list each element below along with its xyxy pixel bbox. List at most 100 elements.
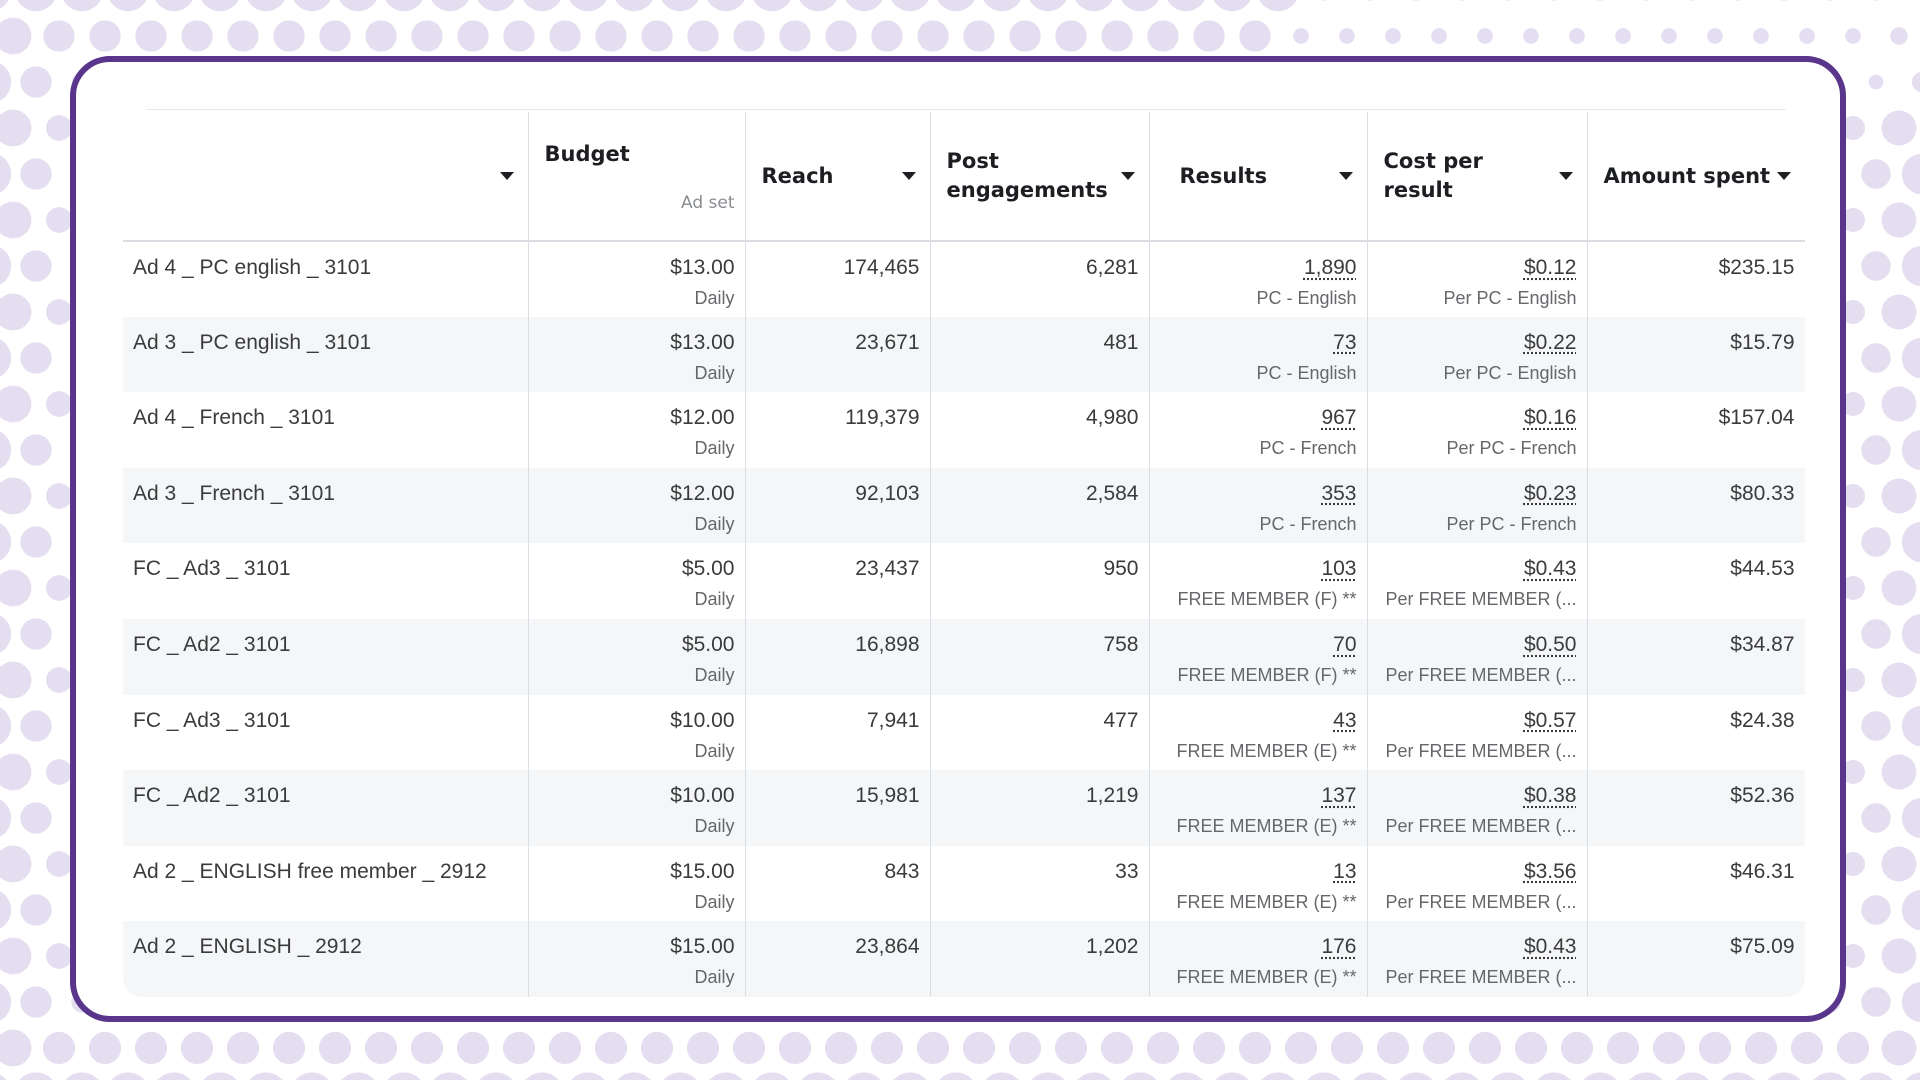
table-row[interactable]: FC _ Ad3 _ 3101 $5.00 Daily 23,437 950 103 FRE… xyxy=(123,543,1805,619)
background-dot xyxy=(1491,1072,1525,1080)
background-dot xyxy=(1123,1072,1157,1080)
cell-ad-name-value[interactable]: Ad 2 _ ENGLISH free member _ 2912 xyxy=(133,860,487,883)
column-header-results[interactable]: Results xyxy=(1149,112,1368,242)
cell-results-value[interactable]: 353 xyxy=(1321,482,1356,505)
caret-down-icon[interactable] xyxy=(1338,172,1353,180)
background-dot xyxy=(1901,337,1920,379)
cell-budget-value: $15.00 xyxy=(670,859,735,883)
cell-ad-name: FC _ Ad3 _ 3101 xyxy=(123,543,529,619)
background-dot xyxy=(1813,1072,1847,1080)
cell-ad-name-value[interactable]: Ad 4 _ French _ 3101 xyxy=(133,406,335,429)
column-header-amount-spent[interactable]: Amount spent xyxy=(1587,112,1805,242)
cell-cost-per-result-value[interactable]: $0.43 xyxy=(1524,557,1577,580)
cell-results-value[interactable]: 103 xyxy=(1321,557,1356,580)
background-dot xyxy=(456,1031,490,1065)
cell-amount-spent: $15.79 xyxy=(1587,316,1805,393)
cell-amount-spent: $46.31 xyxy=(1587,845,1805,922)
background-dot xyxy=(1881,846,1917,882)
cell-reach: 843 xyxy=(745,845,931,922)
cell-results: 73 PC - English xyxy=(1149,316,1368,393)
cell-cost-per-result-value[interactable]: $0.57 xyxy=(1524,709,1577,732)
background-dot xyxy=(0,799,12,837)
cell-results-value[interactable]: 13 xyxy=(1333,860,1356,883)
table-row[interactable]: FC _ Ad2 _ 3101 $5.00 Daily 16,898 758 70 FREE… xyxy=(123,618,1805,695)
table-row[interactable]: Ad 4 _ French _ 3101 $12.00 Daily 119,379 4,… xyxy=(123,392,1805,468)
column-header-name[interactable] xyxy=(123,112,529,242)
caret-down-icon[interactable] xyxy=(1120,172,1135,180)
cell-cost-per-result-value[interactable]: $0.38 xyxy=(1524,784,1577,807)
cell-cost-per-result-value[interactable]: $0.23 xyxy=(1524,482,1577,505)
background-dot xyxy=(1031,1072,1065,1080)
background-dot xyxy=(1458,0,1466,1)
background-dot xyxy=(1468,1031,1502,1065)
background-dot xyxy=(1826,0,1834,1)
background-dot xyxy=(1330,1031,1364,1065)
cell-ad-name-value[interactable]: Ad 3 _ French _ 3101 xyxy=(133,482,335,505)
cell-cost-per-result-value[interactable]: $0.16 xyxy=(1524,406,1577,429)
cell-ad-name-value[interactable]: FC _ Ad2 _ 3101 xyxy=(133,633,291,656)
background-dot xyxy=(43,20,75,52)
cell-budget-value: $10.00 xyxy=(670,784,735,808)
column-header-budget[interactable]: Budget Ad set xyxy=(528,112,746,242)
cell-post-engagements-value: 481 xyxy=(1103,330,1139,354)
cell-cost-per-result-value[interactable]: $0.22 xyxy=(1524,331,1577,354)
cell-cost-per-result-value[interactable]: $0.43 xyxy=(1524,935,1577,958)
cell-ad-name-value[interactable]: FC _ Ad3 _ 3101 xyxy=(133,709,291,732)
background-dot xyxy=(318,1031,352,1065)
table-row[interactable]: Ad 3 _ French _ 3101 $12.00 Daily 92,103 2,5… xyxy=(123,467,1805,544)
background-dot xyxy=(1890,27,1908,45)
column-header-post-engagements[interactable]: Post engagements xyxy=(930,112,1150,242)
background-dot xyxy=(687,20,719,52)
background-dot xyxy=(778,1031,812,1065)
cell-results-value[interactable]: 1,890 xyxy=(1304,256,1357,279)
caret-down-icon[interactable] xyxy=(1776,172,1791,180)
cell-ad-name-value[interactable]: Ad 3 _ PC english _ 3101 xyxy=(133,331,371,354)
cell-budget: $12.00 Daily xyxy=(528,392,746,468)
background-dot xyxy=(824,1031,858,1065)
background-dot xyxy=(1213,0,1251,12)
table-row[interactable]: Ad 2 _ ENGLISH free member _ 2912 $15.00 D… xyxy=(123,845,1805,922)
background-dot xyxy=(0,293,32,331)
column-header-cost-per-result[interactable]: Cost per result xyxy=(1367,112,1588,242)
table-row[interactable]: Ad 4 _ PC english _ 3101 $13.00 Daily 174,4… xyxy=(123,241,1805,317)
caret-down-icon[interactable] xyxy=(901,172,916,180)
cell-amount-spent-value: $235.15 xyxy=(1718,256,1795,279)
cell-results-value[interactable]: 70 xyxy=(1333,633,1356,656)
background-dot xyxy=(431,0,469,12)
caret-down-icon[interactable] xyxy=(1558,172,1573,180)
cell-post-engagements-value: 950 xyxy=(1103,557,1139,581)
table-row[interactable]: Ad 2 _ ENGLISH _ 2912 $15.00 Daily 23,864 1,… xyxy=(123,921,1805,997)
cell-ad-name-value[interactable]: FC _ Ad3 _ 3101 xyxy=(133,557,291,580)
background-dot xyxy=(523,0,561,12)
cell-results-sublabel: PC - French xyxy=(1259,438,1357,459)
cell-ad-name-value[interactable]: FC _ Ad2 _ 3101 xyxy=(133,784,291,807)
cell-ad-name-value[interactable]: Ad 2 _ ENGLISH _ 2912 xyxy=(133,935,362,958)
cell-reach-value: 7,941 xyxy=(866,708,920,732)
cell-ad-name: Ad 2 _ ENGLISH _ 2912 xyxy=(123,921,529,997)
table-row[interactable]: FC _ Ad2 _ 3101 $10.00 Daily 15,981 1,219 137… xyxy=(123,770,1805,846)
column-header-reach[interactable]: Reach xyxy=(745,112,931,242)
cell-results-value[interactable]: 73 xyxy=(1333,331,1356,354)
background-dot xyxy=(42,1031,76,1065)
cell-results-value[interactable]: 967 xyxy=(1321,406,1356,429)
cell-ad-name-value[interactable]: Ad 4 _ PC english _ 3101 xyxy=(133,256,371,279)
cell-results-value[interactable]: 137 xyxy=(1321,784,1356,807)
cell-results-value[interactable]: 176 xyxy=(1321,935,1356,958)
cell-cost-per-result-value[interactable]: $3.56 xyxy=(1524,860,1577,883)
background-dot xyxy=(135,20,167,52)
cell-cost-per-result-value[interactable]: $0.12 xyxy=(1524,256,1577,279)
background-dot xyxy=(477,0,515,12)
cell-ad-name: FC _ Ad2 _ 3101 xyxy=(123,618,529,695)
background-dot xyxy=(89,20,121,52)
table-row[interactable]: Ad 3 _ PC english _ 3101 $13.00 Daily 23,67… xyxy=(123,316,1805,393)
cell-amount-spent: $52.36 xyxy=(1587,770,1805,846)
cell-results-value[interactable]: 43 xyxy=(1333,709,1356,732)
background-dot xyxy=(1861,987,1891,1017)
cell-cost-per-result-sublabel: Per FREE MEMBER (... xyxy=(1385,664,1577,685)
cell-cost-per-result-value[interactable]: $0.50 xyxy=(1524,633,1577,656)
table-row[interactable]: FC _ Ad3 _ 3101 $10.00 Daily 7,941 477 43 FREE… xyxy=(123,694,1805,771)
background-dot xyxy=(181,20,213,52)
background-dot xyxy=(1569,28,1585,44)
background-dot xyxy=(1412,0,1420,1)
caret-down-icon[interactable] xyxy=(499,172,514,180)
